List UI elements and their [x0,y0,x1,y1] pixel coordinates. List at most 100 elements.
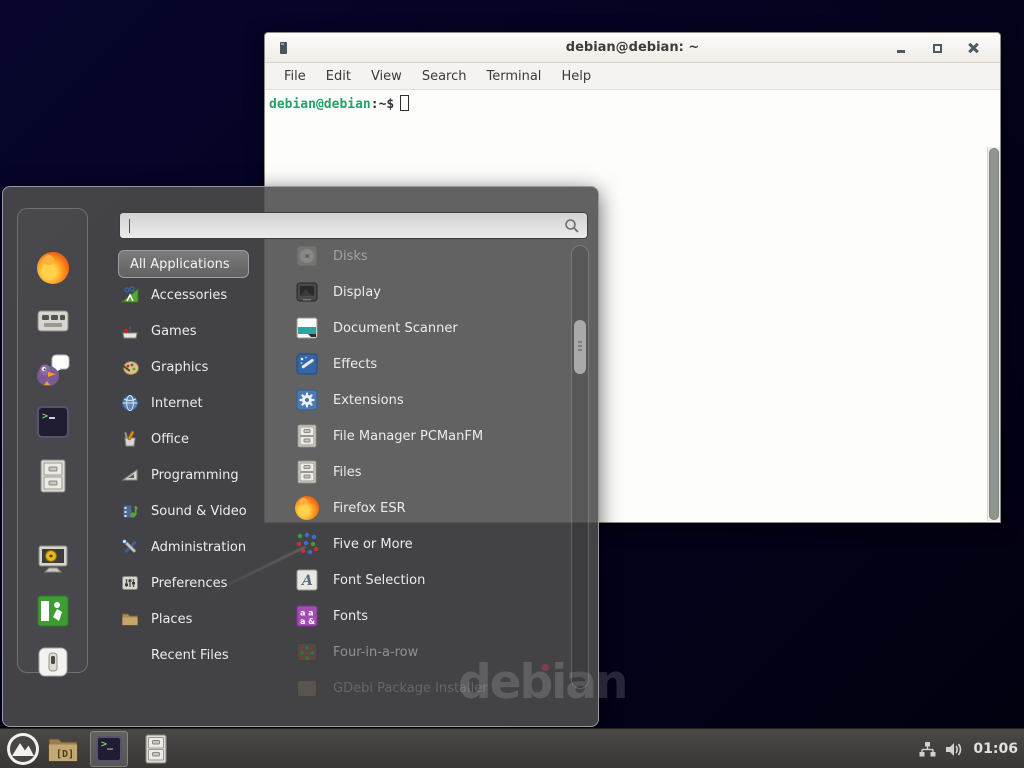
category-games[interactable]: Games [121,313,289,349]
gdebi-icon [294,675,320,701]
all-applications-button[interactable]: All Applications [118,250,249,278]
favorite-software[interactable] [34,301,72,339]
terminal-icon: > [37,406,69,438]
sound-video-icon [121,502,139,520]
shutdown-icon [37,646,69,678]
volume-icon[interactable] [945,741,964,758]
prompt-user-host: debian@debian [269,97,371,112]
app-fonts[interactable]: a aa & Fonts [294,598,570,634]
menu-file[interactable]: File [274,69,316,84]
menu-edit[interactable]: Edit [316,69,361,84]
app-list-scrollbar-thumb[interactable] [574,320,586,374]
favorite-logout[interactable] [34,592,72,630]
firefox-icon [294,495,320,521]
app-document-scanner[interactable]: Document Scanner [294,310,570,346]
app-file-manager-pcmanfm[interactable]: File Manager PCManFM [294,418,570,454]
terminal-menubar: File Edit View Search Terminal Help [265,63,1000,90]
svg-text:A: A [300,573,313,589]
menu-search[interactable]: Search [412,69,477,84]
minimize-button[interactable] [894,41,908,55]
app-font-selection[interactable]: A Font Selection [294,562,570,598]
favorites-panel: > [17,208,88,673]
terminal-scrollbar-thumb[interactable] [989,148,999,520]
desktop-folder-icon: [D] [47,735,79,763]
graphics-icon [121,358,139,376]
category-administration[interactable]: Administration [121,529,289,565]
app-files[interactable]: Files [294,454,570,490]
clock[interactable]: 01:06 [973,741,1018,757]
five-or-more-icon [294,531,320,557]
category-accessories[interactable]: Accessories [121,277,289,313]
application-menu: debian [2,186,599,727]
svg-text:[D]: [D] [56,749,74,760]
software-icon [36,305,70,335]
app-five-or-more[interactable]: Five or More [294,526,570,562]
svg-text:>: > [42,411,48,422]
app-disks[interactable]: Disks [294,238,570,274]
favorite-lock-screen[interactable] [34,541,72,579]
menu-launcher-button[interactable] [6,732,40,766]
maximize-button[interactable] [930,41,944,55]
games-icon [121,322,139,340]
app-display[interactable]: Display [294,274,570,310]
network-icon[interactable] [919,741,936,758]
document-scanner-icon [294,315,320,341]
files-icon [294,459,320,485]
app-effects[interactable]: Effects [294,346,570,382]
office-icon [121,430,139,448]
category-internet[interactable]: Internet [121,385,289,421]
app-firefox-esr[interactable]: Firefox ESR [294,490,570,526]
favorite-firefox[interactable] [34,249,72,287]
preferences-icon [121,574,139,592]
programming-icon [121,466,139,484]
favorite-file-manager[interactable] [34,457,72,495]
fonts-icon: a aa & [294,603,320,629]
favorite-terminal[interactable]: > [34,403,72,441]
application-list: Disks Display Document Scanner Effects E… [294,238,570,706]
app-extensions[interactable]: Extensions [294,382,570,418]
four-in-a-row-icon [294,639,320,665]
app-gdebi-package-installer[interactable]: GDebi Package Installer [294,670,570,706]
favorite-pidgin[interactable] [34,352,72,390]
category-list: Accessories Games Graphics Internet Offi… [121,277,289,673]
terminal-window-icon [280,42,287,54]
file-manager-icon [39,459,67,493]
app-four-in-a-row[interactable]: Four-in-a-row [294,634,570,670]
close-button[interactable] [966,41,980,55]
system-tray: 01:06 [919,729,1018,768]
administration-icon [121,538,139,556]
taskbar: [D] >_ 01:06 [0,728,1024,768]
category-graphics[interactable]: Graphics [121,349,289,385]
minimize-icon [897,50,905,53]
lock-screen-icon [35,544,71,576]
terminal-titlebar[interactable]: debian@debian: ~ [265,33,1000,63]
favorite-shutdown[interactable] [34,643,72,681]
menu-help[interactable]: Help [551,69,601,84]
app-search-input[interactable] [120,213,587,238]
disks-icon [294,243,320,269]
terminal-scrollbar[interactable] [987,147,1000,521]
menu-terminal[interactable]: Terminal [476,69,551,84]
svg-text:a &: a & [300,617,315,626]
category-preferences[interactable]: Preferences [121,565,289,601]
menu-view[interactable]: View [361,69,412,84]
app-list-scrollbar[interactable] [571,245,589,689]
font-selection-icon: A [294,567,320,593]
category-sound-video[interactable]: Sound & Video [121,493,289,529]
prompt-path: :~$ [371,97,394,112]
maximize-icon [933,44,942,53]
taskbar-desktop-folder-button[interactable]: [D] [46,732,80,766]
window-title: debian@debian: ~ [566,40,699,55]
all-applications-label: All Applications [130,257,230,272]
terminal-cursor [400,95,409,111]
app-search[interactable] [119,212,588,239]
menu-launcher-icon [6,732,40,766]
logout-icon [37,595,69,627]
terminal-window-icon: >_ [96,736,122,762]
category-programming[interactable]: Programming [121,457,289,493]
taskbar-file-manager-button[interactable] [140,732,172,766]
category-recent-files[interactable]: Recent Files [121,637,289,673]
category-office[interactable]: Office [121,421,289,457]
category-places[interactable]: Places [121,601,289,637]
taskbar-terminal-button[interactable]: >_ [90,731,128,767]
